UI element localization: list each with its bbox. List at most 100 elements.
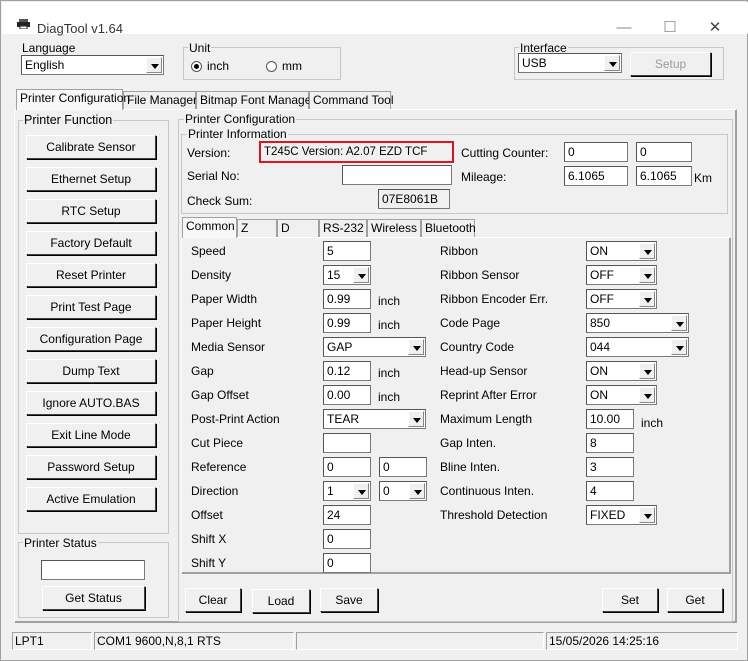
density-value: 15 [327, 268, 341, 282]
factory-default-button[interactable]: Factory Default [26, 231, 156, 255]
configuration-page-button[interactable]: Configuration Page [26, 327, 156, 351]
cutting-counter-field-2[interactable]: 0 [636, 142, 692, 162]
chevron-down-icon[interactable] [639, 243, 655, 259]
gap-offset-label: Gap Offset [191, 388, 249, 402]
chevron-down-icon[interactable] [639, 267, 655, 283]
tab-z[interactable]: Z [237, 219, 277, 238]
speed-field[interactable]: 5 [323, 241, 371, 261]
ethernet-setup-button[interactable]: Ethernet Setup [26, 167, 156, 191]
tab-common[interactable]: Common [182, 217, 237, 238]
bline-inten-field[interactable]: 3 [586, 457, 634, 477]
dump-text-button[interactable]: Dump Text [26, 359, 156, 383]
cutting-counter-field-1[interactable]: 0 [564, 142, 628, 162]
ribbon-sensor-value: OFF [590, 268, 614, 282]
unit-label: Unit [188, 41, 212, 55]
print-test-page-button[interactable]: Print Test Page [26, 295, 156, 319]
ribbon-encoder-select[interactable]: OFF [586, 289, 657, 309]
continuous-inten-field[interactable]: 4 [586, 481, 634, 501]
chevron-down-icon[interactable] [671, 339, 687, 355]
ribbon-value: ON [590, 244, 608, 258]
tab-d[interactable]: D [277, 219, 319, 238]
serial-field[interactable] [342, 165, 452, 185]
setup-button[interactable]: Setup [630, 52, 711, 76]
chevron-down-icon[interactable] [408, 339, 424, 355]
density-select[interactable]: 15 [323, 265, 371, 285]
set-button[interactable]: Set [602, 588, 658, 612]
chevron-down-icon[interactable] [353, 267, 369, 283]
tab-printer-configuration[interactable]: Printer Configuration [16, 89, 130, 110]
max-length-field[interactable]: 10.00 [586, 409, 634, 429]
reprint-select[interactable]: ON [586, 385, 657, 405]
active-emulation-button[interactable]: Active Emulation [26, 487, 156, 511]
save-button[interactable]: Save [320, 588, 378, 612]
paper-height-field[interactable]: 0.99 [323, 313, 371, 333]
mileage-field-2[interactable]: 6.1065 [636, 166, 692, 186]
media-sensor-value: GAP [327, 340, 353, 354]
tab-rs232[interactable]: RS-232 [319, 219, 367, 238]
tab-file-manager[interactable]: File Manager [123, 91, 197, 110]
chevron-down-icon[interactable] [604, 55, 620, 71]
clear-button[interactable]: Clear [185, 588, 241, 612]
printer-info-label: Printer Information [187, 127, 288, 141]
language-select[interactable]: English [21, 55, 164, 75]
gap-offset-unit: inch [378, 390, 401, 404]
post-print-label: Post-Print Action [191, 412, 280, 426]
headup-sensor-select[interactable]: ON [586, 361, 657, 381]
mileage-field-1[interactable]: 6.1065 [564, 166, 628, 186]
direction-select-2[interactable]: 0 [379, 481, 427, 501]
ribbon-select[interactable]: ON [586, 241, 657, 261]
media-sensor-select[interactable]: GAP [323, 337, 426, 357]
chevron-down-icon[interactable] [409, 483, 425, 499]
chevron-down-icon[interactable] [639, 507, 655, 523]
tab-command-tool[interactable]: Command Tool [309, 91, 393, 110]
chevron-down-icon[interactable] [639, 363, 655, 379]
chevron-down-icon[interactable] [146, 57, 162, 73]
reference-x-field[interactable]: 0 [323, 457, 371, 477]
rtc-setup-button[interactable]: RTC Setup [26, 199, 156, 223]
tab-wireless[interactable]: Wireless [367, 219, 421, 238]
interface-select[interactable]: USB [518, 53, 622, 73]
gap-field[interactable]: 0.12 [323, 361, 371, 381]
get-button[interactable]: Get [667, 588, 723, 612]
reset-printer-button[interactable]: Reset Printer [26, 263, 156, 287]
reference-y-field[interactable]: 0 [379, 457, 427, 477]
chevron-down-icon[interactable] [639, 387, 655, 403]
tab-bitmap-font-manager[interactable]: Bitmap Font Manager [196, 91, 315, 110]
threshold-label: Threshold Detection [440, 508, 548, 522]
ribbon-sensor-select[interactable]: OFF [586, 265, 657, 285]
paper-width-field[interactable]: 0.99 [323, 289, 371, 309]
unit-inch-radio[interactable] [191, 61, 202, 72]
post-print-select[interactable]: TEAR [323, 409, 426, 429]
chevron-down-icon[interactable] [639, 291, 655, 307]
unit-mm-radio[interactable] [266, 61, 277, 72]
printer-status-field[interactable] [41, 560, 145, 580]
gap-inten-label: Gap Inten. [440, 436, 497, 450]
threshold-select[interactable]: FIXED [586, 505, 657, 525]
shift-y-label: Shift Y [191, 556, 227, 570]
continuous-inten-label: Continuous Inten. [440, 484, 535, 498]
gap-inten-field[interactable]: 8 [586, 433, 634, 453]
calibrate-sensor-button[interactable]: Calibrate Sensor [26, 135, 156, 159]
direction-select-1[interactable]: 1 [323, 481, 371, 501]
gap-offset-field[interactable]: 0.00 [323, 385, 371, 405]
cut-piece-field[interactable] [323, 433, 371, 453]
chevron-down-icon[interactable] [671, 315, 687, 331]
country-code-value: 044 [590, 340, 611, 354]
password-setup-button[interactable]: Password Setup [26, 455, 156, 479]
shift-x-field[interactable]: 0 [323, 529, 371, 549]
close-button[interactable]: ✕ [693, 13, 737, 41]
country-code-select[interactable]: 044 [586, 337, 689, 357]
exit-line-mode-button[interactable]: Exit Line Mode [26, 423, 156, 447]
load-button[interactable]: Load [252, 589, 310, 613]
offset-field[interactable]: 24 [323, 505, 371, 525]
chevron-down-icon[interactable] [408, 411, 424, 427]
ignore-autobas-button[interactable]: Ignore AUTO.BAS [26, 391, 156, 415]
maximize-button[interactable]: ☐ [648, 13, 692, 41]
code-page-select[interactable]: 850 [586, 313, 689, 333]
shift-y-field[interactable]: 0 [323, 553, 371, 573]
minimize-button[interactable]: — [602, 13, 646, 41]
get-status-button[interactable]: Get Status [42, 586, 145, 610]
version-field: T245C Version: A2.07 EZD TCF [259, 141, 454, 163]
tab-bluetooth[interactable]: Bluetooth [421, 219, 476, 238]
chevron-down-icon[interactable] [353, 483, 369, 499]
